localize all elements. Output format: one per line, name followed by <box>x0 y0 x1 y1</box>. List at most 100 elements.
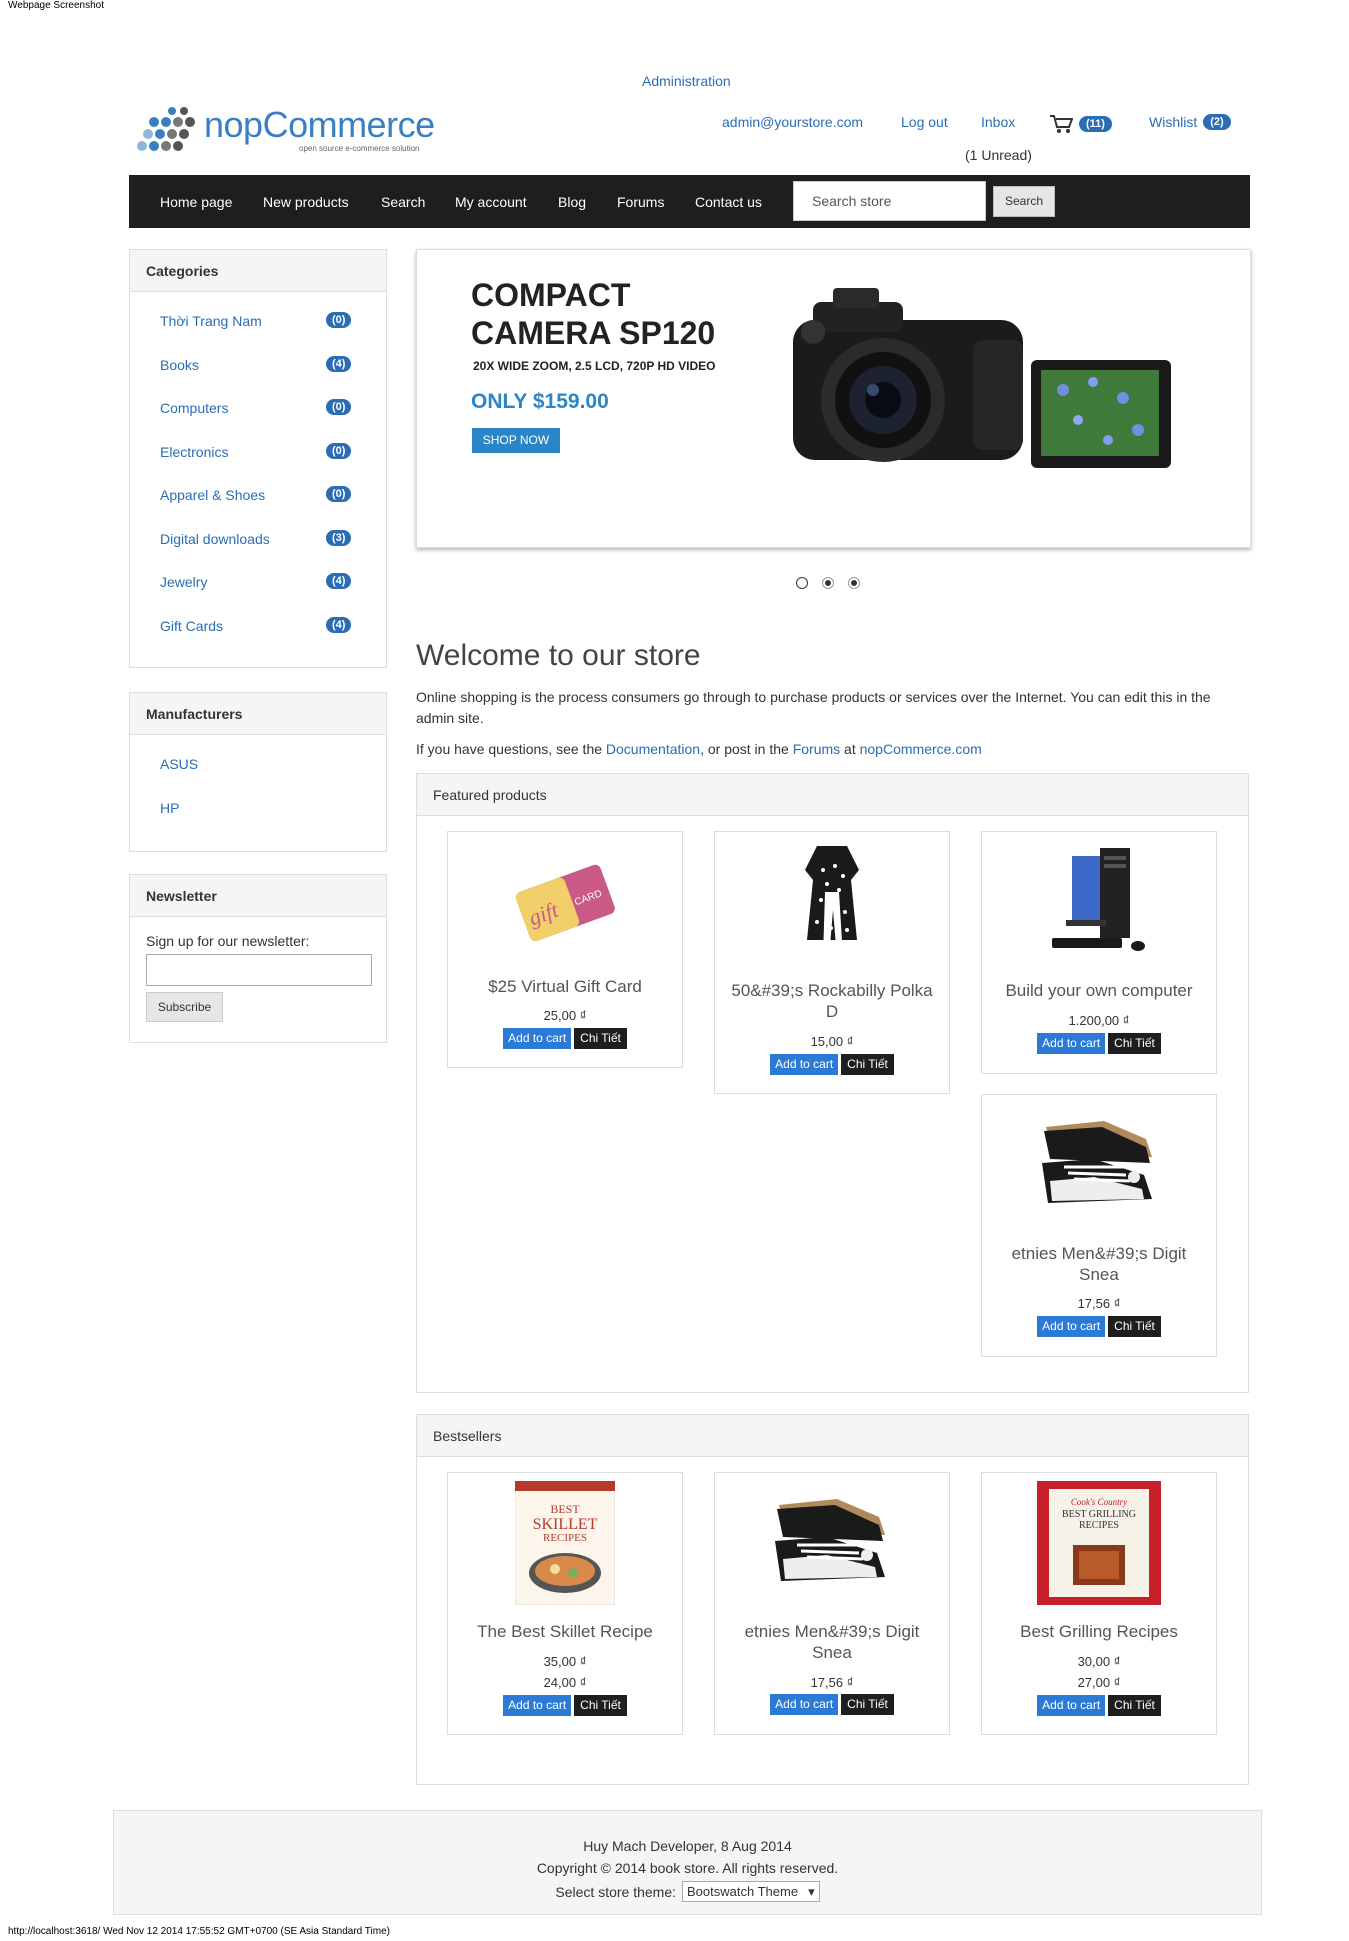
product-price: 17,56 ₫ <box>810 1675 854 1690</box>
product-card[interactable]: gift CARD $25 Virtual Gift Card 25,00 ₫ … <box>447 831 683 1068</box>
add-to-cart-button[interactable]: Add to cart <box>1037 1695 1106 1716</box>
manufacturer-link[interactable]: ASUS <box>160 756 198 772</box>
shop-now-button[interactable]: SHOP NOW <box>472 428 560 453</box>
newsletter-email-input[interactable] <box>146 954 372 986</box>
nav-forums[interactable]: Forums <box>617 194 664 210</box>
manufacturer-item: ASUS <box>130 743 386 787</box>
slide-price: ONLY $159.00 <box>471 390 609 413</box>
details-button[interactable]: Chi Tiết <box>1108 1695 1161 1716</box>
slider-dot[interactable] <box>849 578 859 588</box>
account-link[interactable]: admin@yourstore.com <box>722 114 863 130</box>
product-card[interactable]: 50&#39;s Rockabilly Polka D 15,00 ₫ Add … <box>714 831 950 1094</box>
nav-home-page[interactable]: Home page <box>160 194 232 210</box>
category-item: Books (4) <box>130 344 386 388</box>
computer-image[interactable] <box>982 838 1216 966</box>
category-link[interactable]: Books <box>160 357 199 373</box>
product-name[interactable]: 50&#39;s Rockabilly Polka D <box>723 980 941 1022</box>
add-to-cart-button[interactable]: Add to cart <box>770 1054 839 1075</box>
featured-products-title: Featured products <box>417 774 1248 816</box>
search-store-input[interactable]: Search store <box>793 181 986 221</box>
add-to-cart-button[interactable]: Add to cart <box>1037 1316 1106 1337</box>
newsletter-label: Sign up for our newsletter: <box>146 933 310 949</box>
skillet-book-image[interactable]: BEST SKILLET RECIPES <box>448 1479 682 1607</box>
grilling-book-image[interactable]: Cook's Country BEST GRILLING RECIPES <box>982 1479 1216 1607</box>
svg-text:BEST GRILLING: BEST GRILLING <box>1062 1509 1136 1520</box>
documentation-link[interactable]: Documentation <box>606 741 700 757</box>
slide-title-line1: COMPACT <box>471 277 631 313</box>
category-link[interactable]: Thời Trang Nam <box>160 313 262 329</box>
product-name[interactable]: etnies Men&#39;s Digit Snea <box>990 1243 1208 1285</box>
add-to-cart-button[interactable]: Add to cart <box>770 1694 839 1715</box>
product-card[interactable]: etnies Men&#39;s Digit Snea 17,56 ₫ Add … <box>714 1472 950 1735</box>
category-link[interactable]: Computers <box>160 400 228 416</box>
forums-link[interactable]: Forums <box>793 741 840 757</box>
gift-card-image[interactable]: gift CARD <box>448 838 682 966</box>
svg-text:SKILLET: SKILLET <box>533 1516 598 1533</box>
slide-title: COMPACT CAMERA SP120 <box>471 276 771 352</box>
svg-text:RECIPES: RECIPES <box>543 1532 587 1544</box>
logout-link[interactable]: Log out <box>901 114 948 130</box>
theme-select[interactable]: Bootswatch Theme ▾ <box>682 1881 820 1902</box>
search-button[interactable]: Search <box>993 186 1055 217</box>
category-item: Digital downloads (3) <box>130 518 386 562</box>
theme-selector-row: Select store theme: Bootswatch Theme ▾ <box>114 1881 1261 1902</box>
slider-dot[interactable] <box>823 578 833 588</box>
category-link[interactable]: Jewelry <box>160 574 207 590</box>
nav-my-account[interactable]: My account <box>455 194 527 210</box>
nav-contact-us[interactable]: Contact us <box>695 194 762 210</box>
page-footer: Huy Mach Developer, 8 Aug 2014 Copyright… <box>113 1810 1262 1915</box>
product-name[interactable]: The Best Skillet Recipe <box>456 1621 674 1642</box>
promo-slider[interactable]: COMPACT CAMERA SP120 20X WIDE ZOOM, 2.5 … <box>416 249 1251 548</box>
add-to-cart-button[interactable]: Add to cart <box>503 1028 572 1049</box>
nav-search[interactable]: Search <box>381 194 425 210</box>
categories-title: Categories <box>130 250 386 292</box>
manufacturers-title: Manufacturers <box>130 693 386 735</box>
help-at: at <box>844 741 856 757</box>
add-to-cart-button[interactable]: Add to cart <box>1037 1033 1106 1054</box>
details-button[interactable]: Chi Tiết <box>574 1028 627 1049</box>
product-card[interactable]: Cook's Country BEST GRILLING RECIPES Bes… <box>981 1472 1217 1735</box>
nav-new-products[interactable]: New products <box>263 194 349 210</box>
nopcommerce-link[interactable]: nopCommerce.com <box>860 741 982 757</box>
category-link[interactable]: Electronics <box>160 444 228 460</box>
details-button[interactable]: Chi Tiết <box>841 1694 894 1715</box>
slider-dot[interactable] <box>797 578 807 588</box>
shopping-cart-link[interactable]: (11) <box>1049 114 1112 134</box>
administration-link[interactable]: Administration <box>642 73 731 89</box>
product-price: 15,00 ₫ <box>810 1034 854 1049</box>
category-link[interactable]: Gift Cards <box>160 618 223 634</box>
details-button[interactable]: Chi Tiết <box>841 1054 894 1075</box>
footer-credit: Huy Mach Developer, 8 Aug 2014 <box>583 1838 792 1854</box>
category-count-badge: (3) <box>326 529 352 546</box>
nav-blog[interactable]: Blog <box>558 194 586 210</box>
welcome-title: Welcome to our store <box>416 639 701 672</box>
product-price: 35,00 ₫ <box>543 1654 587 1669</box>
details-button[interactable]: Chi Tiết <box>1108 1316 1161 1337</box>
product-card[interactable]: etnies Men&#39;s Digit Snea 17,56 ₫ Add … <box>981 1094 1217 1357</box>
manufacturer-link[interactable]: HP <box>160 800 179 816</box>
subscribe-button[interactable]: Subscribe <box>146 992 223 1022</box>
logo-tagline: open source e-commerce solution <box>299 144 420 153</box>
wishlist-link[interactable]: Wishlist (2) <box>1149 114 1231 130</box>
category-count-badge: (4) <box>326 355 352 372</box>
add-to-cart-button[interactable]: Add to cart <box>503 1695 572 1716</box>
category-count-badge: (0) <box>326 486 352 502</box>
theme-select-value: Bootswatch Theme <box>687 1884 799 1899</box>
category-link[interactable]: Apparel & Shoes <box>160 487 265 503</box>
main-navbar: Home page New products Search My account… <box>129 175 1250 228</box>
product-card[interactable]: Build your own computer 1.200,00 ₫ Add t… <box>981 831 1217 1074</box>
category-link[interactable]: Digital downloads <box>160 531 270 547</box>
product-name[interactable]: Build your own computer <box>990 980 1208 1001</box>
svg-text:BEST: BEST <box>550 1502 580 1516</box>
product-name[interactable]: $25 Virtual Gift Card <box>456 976 674 997</box>
polka-dress-image[interactable] <box>715 838 949 966</box>
details-button[interactable]: Chi Tiết <box>574 1695 627 1716</box>
product-card[interactable]: BEST SKILLET RECIPES The Best Skillet Re… <box>447 1472 683 1735</box>
sneaker-image[interactable] <box>715 1479 949 1607</box>
details-button[interactable]: Chi Tiết <box>1108 1033 1161 1054</box>
sneaker-image[interactable] <box>982 1101 1216 1229</box>
product-name[interactable]: etnies Men&#39;s Digit Snea <box>723 1621 941 1663</box>
product-name[interactable]: Best Grilling Recipes <box>990 1621 1208 1642</box>
inbox-link[interactable]: Inbox <box>981 114 1015 130</box>
cart-icon <box>1050 115 1073 133</box>
